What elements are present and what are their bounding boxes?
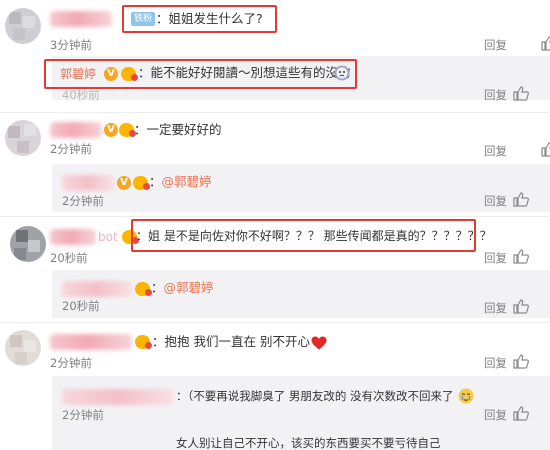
thumbs-up-icon[interactable]	[513, 86, 529, 101]
reply-button[interactable]: 回复	[484, 88, 507, 102]
reply-time: 2分钟前	[62, 408, 104, 422]
reply-prefix: ：	[151, 280, 164, 295]
reply-text: ：@郭碧婷	[149, 173, 212, 191]
mention-link[interactable]: @郭碧婷	[162, 174, 212, 189]
v-badge-icon: V	[104, 67, 118, 81]
username[interactable]	[50, 122, 102, 138]
thumbs-up-icon[interactable]	[541, 36, 550, 51]
reply-button[interactable]: 回复	[484, 251, 507, 265]
divider	[0, 322, 550, 323]
v-badge-icon: V	[104, 123, 118, 137]
level-badge-icon	[121, 67, 138, 81]
mention-link[interactable]: @郭碧婷	[164, 280, 214, 295]
thumbs-up-icon[interactable]	[513, 192, 529, 207]
comment-time: 2分钟前	[50, 356, 92, 370]
reply-button[interactable]: 回复	[484, 144, 507, 158]
username[interactable]	[50, 229, 96, 245]
reply-button[interactable]: 回复	[484, 408, 507, 422]
comment-text: ：姐 是不是向佐对你不好啊？？？ 那些传闻都是真的？？？？？？	[136, 229, 492, 243]
level-badge-icon	[119, 123, 136, 137]
username-suffix[interactable]: bot	[98, 229, 118, 245]
crying-face-icon	[458, 388, 474, 404]
divider	[0, 112, 550, 113]
thumbs-up-icon[interactable]	[513, 249, 529, 264]
level-badge-icon	[133, 176, 150, 190]
comment-text: ：抱抱 我们一直在 别不开心	[152, 334, 310, 349]
comment-text: ：一定要好好的	[134, 122, 222, 137]
fan-badge: 铁粉	[131, 12, 156, 26]
reply-time: 40秒前	[62, 88, 100, 102]
username[interactable]	[50, 11, 112, 27]
comment-time: 20秒前	[50, 251, 88, 265]
avatar[interactable]	[10, 226, 46, 262]
reply-prefix: ：	[149, 174, 162, 189]
username[interactable]	[50, 334, 132, 350]
thumbs-up-icon[interactable]	[513, 299, 529, 314]
level-badge-icon	[135, 335, 152, 349]
reply-button[interactable]: 回复	[484, 194, 507, 208]
v-badge-icon: V	[117, 176, 131, 190]
reply-button[interactable]: 回复	[484, 301, 507, 315]
thumbs-up-icon[interactable]	[513, 406, 529, 421]
thumbs-up-icon[interactable]	[513, 354, 529, 369]
reply-username[interactable]	[62, 281, 132, 297]
comment-time: 3分钟前	[50, 38, 92, 52]
reply-text: ：能不能好好閱讀～別想這些有的沒的	[138, 65, 351, 80]
reply-text: ：@郭碧婷	[151, 279, 214, 297]
divider	[0, 216, 550, 217]
reply-username[interactable]	[62, 389, 174, 405]
reply-button[interactable]: 回复	[484, 38, 507, 52]
reply-username[interactable]	[62, 175, 114, 191]
reply-time: 20秒前	[62, 299, 100, 313]
comment-text: ：姐姐发生什么了?	[156, 11, 263, 26]
avatar[interactable]	[5, 8, 41, 44]
thumbs-up-icon[interactable]	[541, 142, 550, 157]
comment-time: 2分钟前	[50, 142, 92, 156]
reply-text: ：（不要再说我脚臭了 男朋友改的 没有次数改不回来了	[176, 389, 454, 403]
avatar[interactable]	[5, 330, 41, 366]
reply-text: 女人别让自己不开心，该买的东西要买不要亏待自己	[176, 436, 441, 450]
reply-button[interactable]: 回复	[484, 356, 507, 370]
reply-username[interactable]: 郭碧婷	[60, 66, 96, 82]
red-heart-icon	[311, 336, 327, 350]
crying-face-icon	[334, 65, 350, 81]
reply-time: 2分钟前	[62, 194, 104, 208]
level-badge-icon	[135, 282, 152, 296]
avatar[interactable]	[5, 120, 41, 156]
